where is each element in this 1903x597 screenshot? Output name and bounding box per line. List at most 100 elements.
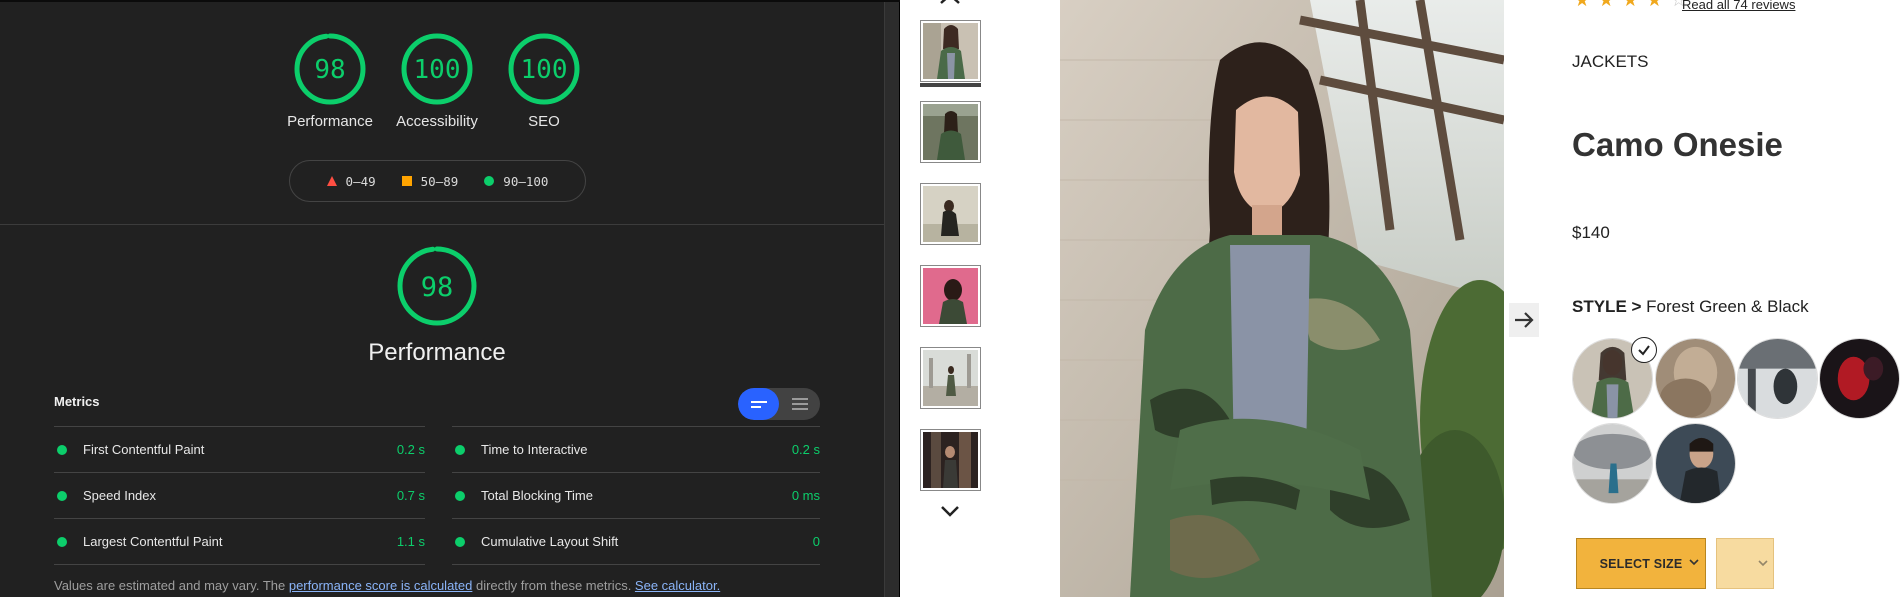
pass-icon: [57, 444, 67, 455]
metric-value: 0.2 s: [396, 442, 425, 457]
pass-icon: [455, 490, 465, 501]
style-swatch-5[interactable]: [1572, 423, 1653, 504]
style-swatch-6[interactable]: [1655, 423, 1736, 504]
chevron-up-icon[interactable]: [937, 0, 963, 6]
circle-icon: [484, 176, 495, 186]
section-divider: [0, 224, 884, 225]
metric-name: Time to Interactive: [481, 442, 588, 457]
gauge-label: Accessibility: [396, 113, 478, 130]
note-text: directly from these metrics.: [472, 578, 635, 593]
gauge-label: SEO: [528, 113, 560, 130]
thumbnail-6[interactable]: [920, 429, 981, 491]
thumbnail-image: [923, 432, 978, 488]
performance-gauge: 98: [387, 245, 487, 327]
product-main-image[interactable]: [1060, 0, 1504, 597]
metric-name: Total Blocking Time: [481, 488, 593, 503]
scrollbar[interactable]: [884, 2, 899, 597]
thumbnail-4[interactable]: [920, 265, 981, 327]
metric-name: Largest Contentful Paint: [83, 534, 223, 549]
style-swatch-4[interactable]: [1819, 338, 1900, 419]
style-value: Forest Green & Black: [1646, 297, 1809, 316]
thumbnail-image: [923, 23, 978, 79]
thumbnail-image: [923, 350, 978, 406]
selected-checkmark-icon: [1631, 337, 1657, 363]
metric-row: Cumulative Layout Shift 0: [452, 518, 820, 564]
select-size-dropdown[interactable]: SELECT SIZE: [1576, 538, 1706, 589]
triangle-icon: [326, 176, 337, 186]
gauge-ring: 98: [294, 33, 366, 105]
square-icon: [401, 176, 412, 186]
gauge-value: 98: [314, 55, 345, 85]
pass-icon: [455, 536, 465, 547]
legend-average: 50–89: [401, 173, 459, 189]
read-reviews-link[interactable]: Read all 74 reviews: [1682, 0, 1795, 12]
thumbnail-2[interactable]: [920, 101, 981, 163]
style-swatch-2[interactable]: [1655, 338, 1736, 419]
metric-row: Speed Index 0.7 s: [54, 472, 425, 518]
metric-name: Cumulative Layout Shift: [481, 534, 619, 549]
pass-icon: [57, 536, 67, 547]
thumbnail-5[interactable]: [920, 347, 981, 409]
metric-name: First Contentful Paint: [83, 442, 205, 457]
metric-value: 0.7 s: [396, 488, 425, 503]
product-photo: [1060, 0, 1504, 597]
style-swatch-3[interactable]: [1737, 338, 1818, 419]
product-category: JACKETS: [1572, 52, 1649, 71]
star-icon: ★: [1574, 0, 1591, 11]
thumbnail-3[interactable]: [920, 183, 981, 245]
thumbnail-1[interactable]: [920, 20, 981, 82]
product-page: ★ ★ ★ ★ ☆ Read all 74 reviews JACKETS Ca…: [900, 0, 1903, 597]
legend-fail: 0–49: [326, 173, 376, 189]
pass-icon: [455, 444, 465, 455]
style-label: STYLE >: [1572, 297, 1642, 316]
divider: [54, 564, 425, 565]
metrics-title: Metrics: [54, 394, 100, 409]
style-selector-label: STYLE > Forest Green & Black: [1572, 297, 1809, 317]
star-icon: ★: [1622, 0, 1639, 11]
legend-pass: 90–100: [484, 174, 548, 189]
product-price: $140: [1572, 223, 1610, 242]
expanded-view-button[interactable]: [779, 388, 820, 420]
legend-pass-label: 90–100: [503, 173, 549, 189]
gauge-ring: 100: [401, 33, 473, 105]
star-icon: ★: [1646, 0, 1663, 11]
metrics-view-toggle[interactable]: [738, 388, 820, 420]
metric-value: 1.1 s: [396, 534, 425, 549]
pass-icon: [57, 490, 67, 501]
swatch-image: [1656, 339, 1735, 418]
thumbnail-image: [923, 186, 978, 242]
next-image-button[interactable]: [1509, 303, 1539, 337]
thumbnail-image: [923, 104, 978, 160]
metric-value: 0.2 s: [791, 442, 820, 457]
quantity-dropdown[interactable]: [1716, 538, 1774, 589]
gauge-seo[interactable]: 100 SEO: [489, 32, 599, 130]
score-calculated-link[interactable]: performance score is calculated: [289, 578, 473, 593]
note-text: Values are estimated and may vary. The: [54, 578, 289, 593]
swatch-image: [1656, 424, 1735, 503]
metric-row: Largest Contentful Paint 1.1 s: [54, 518, 425, 564]
performance-title: Performance: [368, 339, 506, 366]
lines-icon: [750, 398, 767, 411]
gauge-accessibility[interactable]: 100 Accessibility: [382, 32, 492, 130]
chevron-down-icon: [1758, 560, 1768, 567]
star-icon: ★: [1598, 0, 1615, 11]
see-calculator-link[interactable]: See calculator.: [635, 578, 720, 593]
product-name: Camo Onesie: [1572, 126, 1783, 163]
compact-view-button[interactable]: [738, 388, 779, 420]
metric-name: Speed Index: [83, 488, 157, 503]
score-legend: 0–49 50–89 90–100: [289, 160, 586, 202]
metric-value: 0: [812, 534, 820, 549]
gauge-performance[interactable]: 98 Performance: [275, 32, 385, 130]
chevron-down-icon[interactable]: [938, 503, 962, 519]
active-thumbnail-indicator: [920, 83, 981, 87]
legend-fail-label: 0–49: [345, 173, 376, 189]
list-icon: [791, 395, 808, 413]
gauge-ring: 98: [397, 246, 477, 326]
gauge-ring: 100: [508, 33, 580, 105]
metrics-note: Values are estimated and may vary. The p…: [54, 578, 720, 593]
arrow-right-icon: [1515, 312, 1534, 328]
gauge-label: Performance: [287, 113, 373, 130]
divider: [452, 564, 820, 565]
legend-average-label: 50–89: [420, 173, 459, 189]
chevron-down-icon: [1689, 559, 1699, 566]
